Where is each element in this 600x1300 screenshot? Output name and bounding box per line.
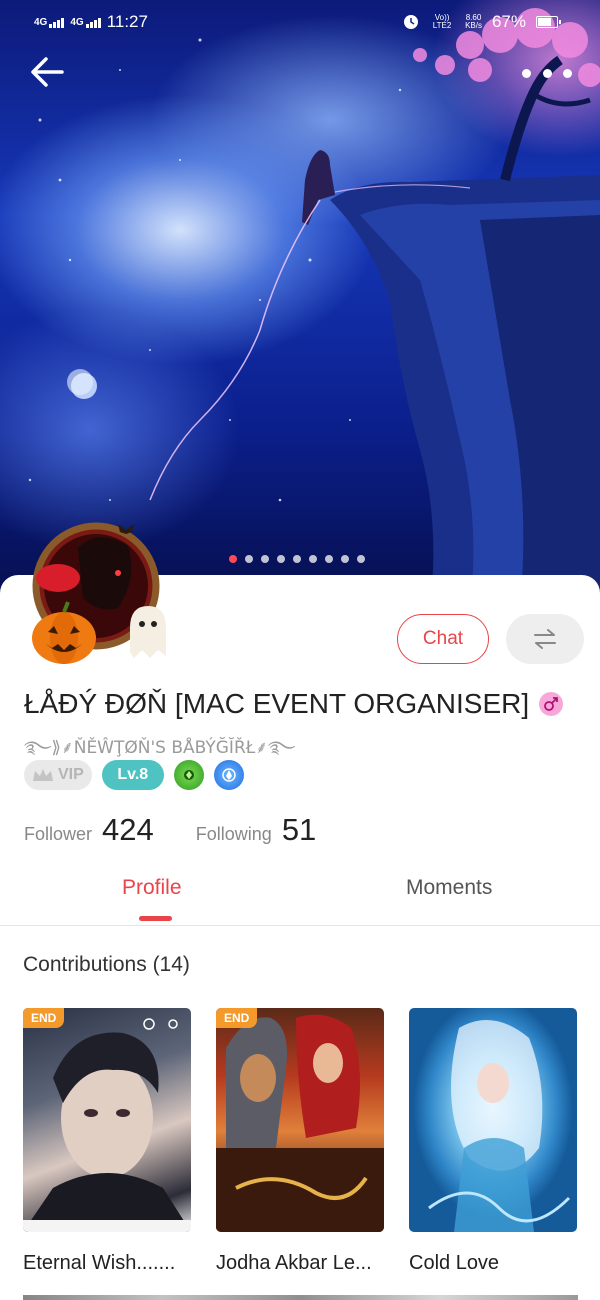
alarm-icon bbox=[404, 15, 419, 29]
switch-button[interactable] bbox=[506, 614, 584, 664]
contribution-cover-1 bbox=[23, 1018, 191, 1232]
end-badge: END bbox=[216, 1008, 258, 1028]
status-bar: 4G 4G 11:27 Vo)) LTE2 8.60 KB/s 67% bbox=[0, 0, 600, 44]
more-options-button[interactable] bbox=[522, 62, 572, 84]
contribution-cover-2 bbox=[216, 1014, 384, 1232]
carousel-dot[interactable] bbox=[341, 555, 349, 563]
tab-moments[interactable]: Moments bbox=[406, 876, 492, 900]
female-gender-icon bbox=[539, 692, 564, 716]
contribution-card-2[interactable]: END bbox=[216, 1008, 384, 1232]
username-row: ŁÅĐÝ ĐØŇ [MAC EVENT ORGANISER] bbox=[24, 688, 564, 720]
green-medal-icon[interactable] bbox=[173, 760, 204, 790]
active-tab-indicator bbox=[139, 916, 172, 921]
tab-bar: Profile Moments bbox=[0, 862, 600, 926]
carousel-dot[interactable] bbox=[277, 555, 285, 563]
network-type-2: 4G bbox=[70, 16, 84, 28]
contribution-card-1[interactable]: END bbox=[23, 1008, 191, 1232]
network-type-1: 4G bbox=[34, 16, 48, 28]
signal-2: 4G bbox=[70, 16, 101, 28]
carousel-dot[interactable] bbox=[325, 555, 333, 563]
volte-indicator: Vo)) LTE2 bbox=[432, 13, 452, 30]
avatar-frame bbox=[32, 522, 166, 664]
following-count[interactable]: 51 bbox=[282, 812, 316, 848]
username: ŁÅĐÝ ĐØŇ [MAC EVENT ORGANISER] bbox=[24, 688, 530, 719]
back-button[interactable] bbox=[28, 52, 68, 92]
vip-badge[interactable]: VIP bbox=[24, 760, 92, 790]
more-dot bbox=[542, 68, 552, 78]
tab-profile[interactable]: Profile bbox=[122, 876, 182, 900]
stats-row: Follower 424 Following 51 bbox=[24, 812, 316, 848]
signal-bars-icon bbox=[85, 17, 101, 28]
speed-unit: KB/s bbox=[465, 21, 482, 30]
crown-icon bbox=[33, 769, 53, 781]
carousel-dot[interactable] bbox=[261, 555, 269, 563]
more-dot bbox=[563, 68, 572, 78]
carousel-dot[interactable] bbox=[357, 555, 365, 563]
signal-bars-icon bbox=[49, 17, 65, 28]
contribution-cover-3 bbox=[428, 1020, 571, 1232]
follower-label[interactable]: Follower bbox=[24, 824, 92, 845]
blue-diamond-icon[interactable] bbox=[213, 760, 244, 790]
contribution-title-1[interactable]: Eternal Wish....... bbox=[23, 1252, 175, 1275]
avatar[interactable] bbox=[18, 518, 178, 673]
battery-percent: 67% bbox=[491, 12, 526, 31]
contributions-title: Contributions (14) bbox=[23, 953, 190, 976]
arrow-left-icon bbox=[31, 57, 64, 87]
carousel-indicator[interactable] bbox=[229, 555, 365, 563]
contribution-title-3[interactable]: Cold Love bbox=[409, 1252, 499, 1275]
badge-row: VIP Lv.8 bbox=[24, 760, 244, 790]
end-badge: END bbox=[23, 1008, 65, 1028]
battery-icon bbox=[536, 16, 561, 28]
follower-count[interactable]: 424 bbox=[102, 812, 154, 848]
battery-fill bbox=[538, 18, 552, 26]
carousel-dot[interactable] bbox=[293, 555, 301, 563]
carousel-dot[interactable] bbox=[229, 555, 237, 563]
vip-label: VIP bbox=[58, 766, 84, 783]
chat-button[interactable]: Chat bbox=[397, 614, 489, 664]
swap-arrows-icon bbox=[534, 629, 556, 649]
carousel-dot[interactable] bbox=[309, 555, 317, 563]
contribution-title-2[interactable]: Jodha Akbar Le... bbox=[216, 1252, 372, 1275]
carousel-dot[interactable] bbox=[245, 555, 253, 563]
more-dots-icon bbox=[522, 68, 531, 78]
next-row-preview bbox=[23, 1295, 578, 1300]
clock: 11:27 bbox=[106, 12, 148, 31]
level-badge[interactable]: Lv.8 bbox=[101, 760, 164, 790]
signal-1: 4G bbox=[34, 16, 65, 28]
network-speed: 8.60 KB/s bbox=[465, 14, 482, 30]
contribution-card-3[interactable] bbox=[409, 1008, 577, 1232]
following-label[interactable]: Following bbox=[196, 824, 272, 845]
